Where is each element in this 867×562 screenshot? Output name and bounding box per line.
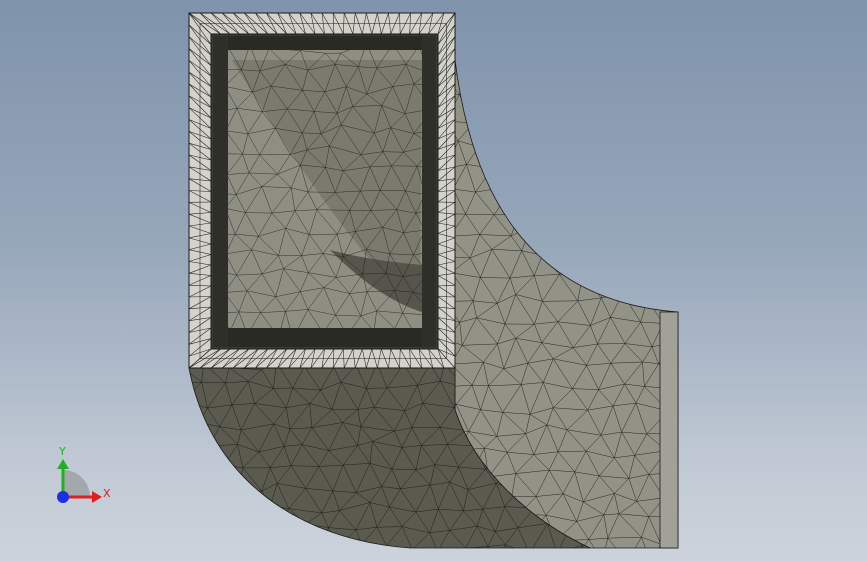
interior-rim-top	[213, 36, 436, 50]
model-viewport[interactable]	[0, 0, 867, 562]
interior-rim-right	[422, 36, 436, 347]
tube-interior	[211, 34, 438, 349]
end-cap-face	[659, 311, 679, 549]
interior-rim-left	[213, 36, 228, 347]
interior-rim-bottom	[213, 328, 436, 347]
